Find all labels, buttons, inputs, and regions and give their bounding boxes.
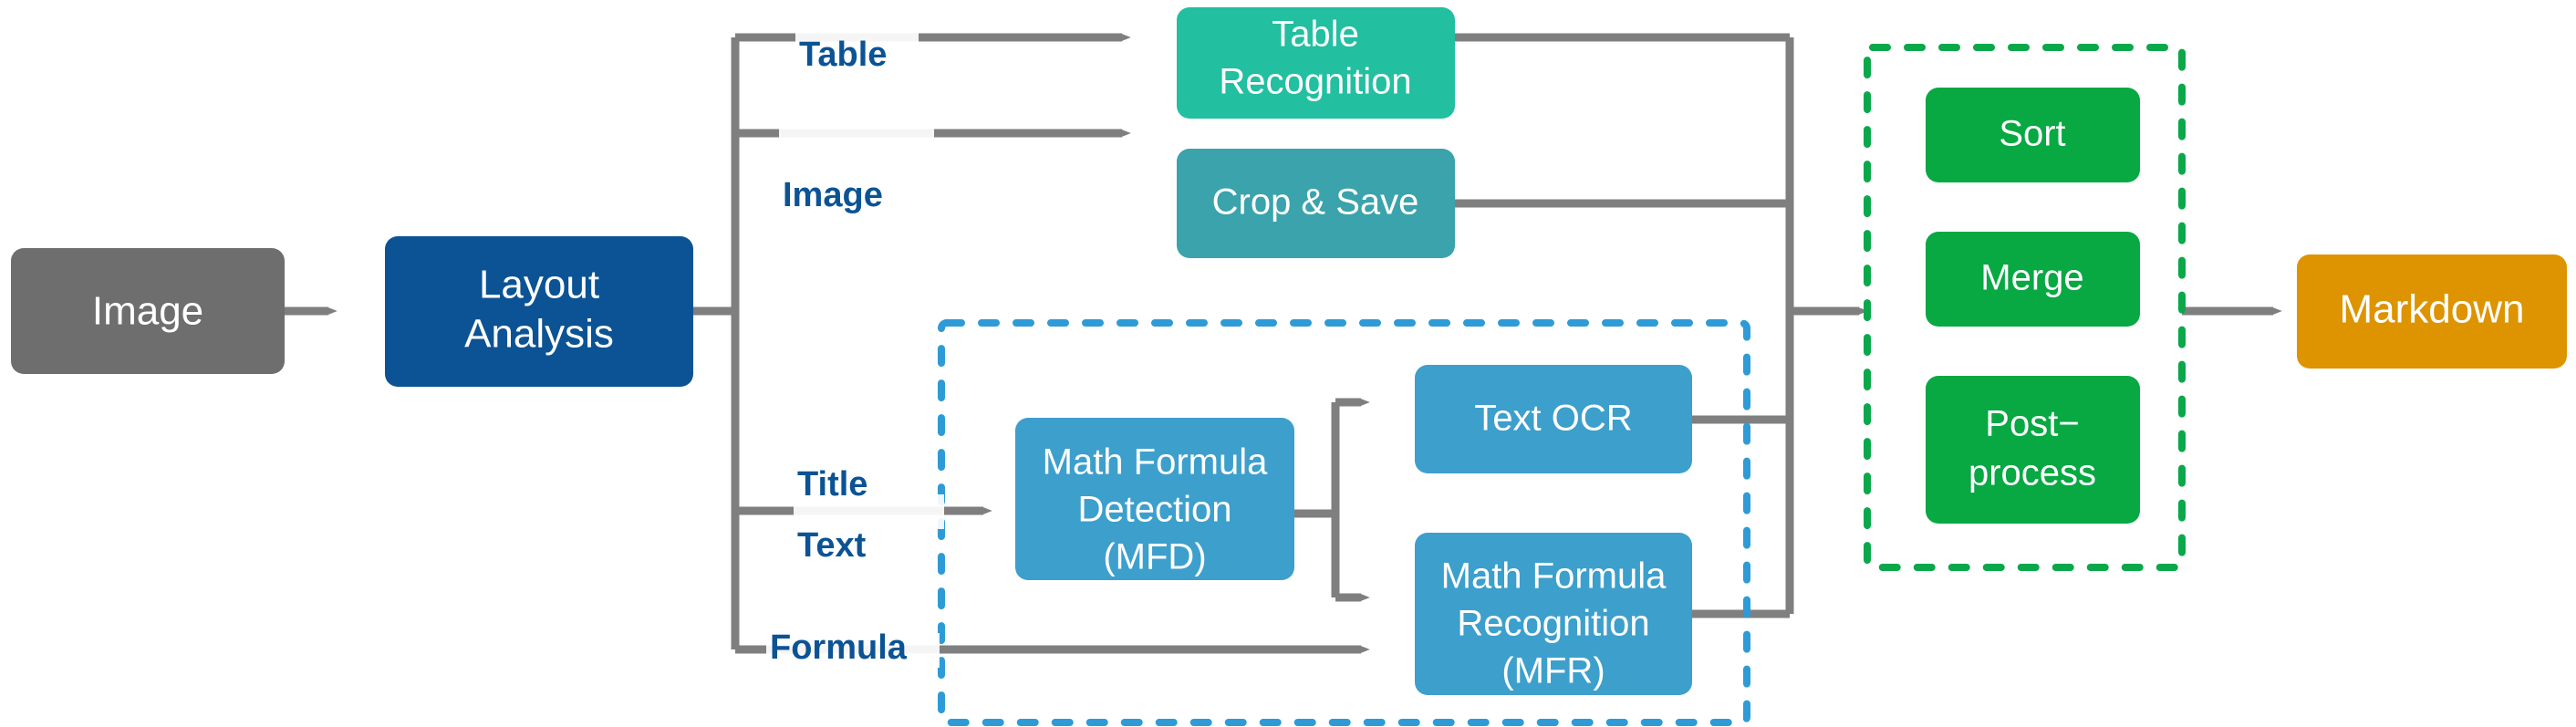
edge-label-text: Text: [797, 526, 867, 565]
edge-label-formula: Formula: [770, 628, 908, 667]
edge-label-image: Image: [783, 176, 883, 214]
edge-label-table: Table: [799, 36, 887, 74]
edge-label-title: Title: [797, 465, 867, 504]
diagram-canvas: Image Layout Analysis Table Recognition …: [0, 0, 2576, 727]
edge-label-layer: Table Image Title Text Formula: [766, 20, 944, 668]
